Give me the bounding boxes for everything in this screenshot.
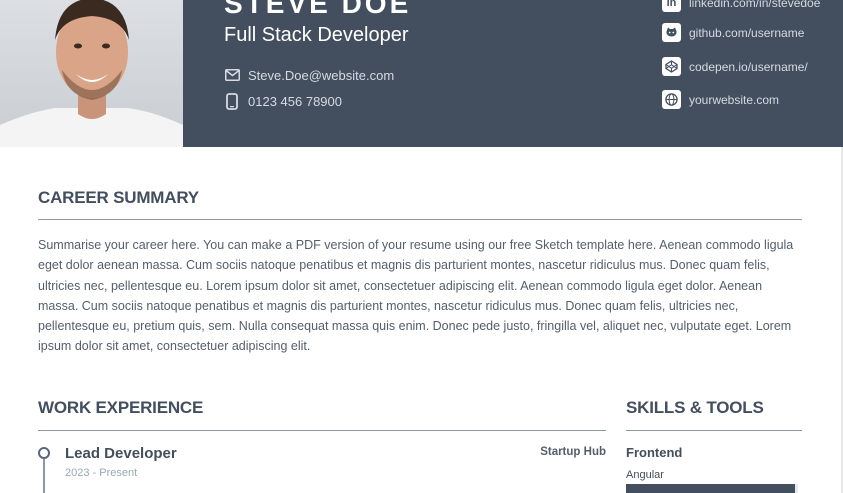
- codepen-icon: [662, 57, 681, 76]
- summary-heading: CAREER SUMMARY: [38, 188, 199, 207]
- job-title: Lead Developer: [65, 445, 177, 462]
- envelope-icon: [224, 67, 240, 83]
- social-link-codepen[interactable]: codepen.io/username/: [662, 57, 808, 76]
- resume-header: STEVE DOE Full Stack Developer Steve.Doe…: [0, 0, 843, 147]
- skills-heading: SKILLS & TOOLS: [626, 398, 764, 417]
- experience-heading: WORK EXPERIENCE: [38, 398, 204, 417]
- social-link-linkedin[interactable]: in linkedin.com/in/stevedoe: [662, 0, 820, 12]
- mobile-phone-icon: [224, 92, 240, 110]
- skill-level-fill: [626, 484, 795, 493]
- skill-name: Angular: [626, 469, 664, 481]
- social-label: linkedin.com/in/stevedoe: [689, 0, 821, 10]
- profile-photo: [0, 0, 183, 147]
- social-label: yourwebsite.com: [689, 92, 780, 107]
- globe-icon: [662, 90, 681, 109]
- linkedin-icon: in: [662, 0, 681, 12]
- skill-category: Frontend: [626, 445, 683, 460]
- phone-contact[interactable]: 0123 456 78900: [224, 92, 342, 110]
- candidate-name: STEVE DOE: [224, 0, 412, 19]
- skill-level-bar: [626, 484, 798, 493]
- email-contact[interactable]: Steve.Doe@website.com: [224, 67, 394, 83]
- phone-number: 0123 456 78900: [248, 93, 342, 109]
- summary-divider: [38, 219, 802, 220]
- social-link-github[interactable]: github.com/username: [662, 23, 804, 42]
- summary-text: Summarise your career here. You can make…: [38, 238, 794, 354]
- skills-divider: [626, 430, 802, 431]
- experience-divider: [38, 430, 606, 431]
- social-label: github.com/username: [689, 25, 805, 40]
- timeline-marker: [38, 447, 50, 459]
- job-dates: 2023 - Present: [65, 467, 138, 479]
- github-icon: [662, 23, 681, 42]
- job-company: Startup Hub: [540, 446, 606, 458]
- email-address: Steve.Doe@website.com: [248, 67, 395, 83]
- social-link-website[interactable]: yourwebsite.com: [662, 90, 779, 109]
- timeline-line: [43, 459, 45, 493]
- social-label: codepen.io/username/: [689, 59, 808, 74]
- candidate-title: Full Stack Developer: [224, 24, 409, 46]
